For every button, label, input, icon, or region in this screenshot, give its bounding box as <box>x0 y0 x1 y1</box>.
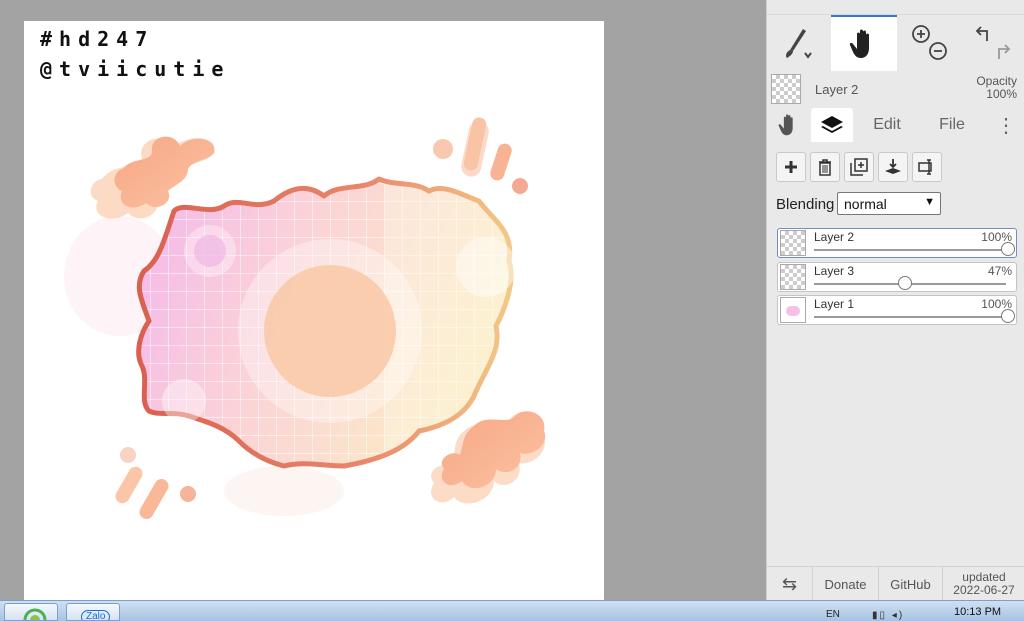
dashes-bottom-left <box>115 447 196 519</box>
duplicate-layer-button[interactable] <box>844 152 874 182</box>
zoom-button[interactable] <box>897 15 961 71</box>
zalo-label: Zalo <box>81 610 111 620</box>
panel-footer: ⇆ Donate GitHub updated 2022-06-27 <box>767 566 1024 601</box>
merge-down-icon <box>885 159 901 174</box>
chevron-down-icon: ▼ <box>924 196 935 208</box>
hand-icon <box>778 114 793 136</box>
merge-down-button[interactable] <box>878 152 908 182</box>
plus-icon <box>785 161 797 173</box>
canvas-workspace[interactable]: #hd247 @tviicutie <box>0 0 766 601</box>
cloud-bottom-right <box>431 411 546 504</box>
hand-tool-button[interactable] <box>831 15 897 71</box>
delete-layer-button[interactable] <box>810 152 840 182</box>
more-options-icon[interactable]: ⋮ <box>989 108 1023 142</box>
trash-icon <box>819 159 831 176</box>
tab-file[interactable]: File <box>927 108 977 142</box>
current-layer-name: Layer 2 <box>815 82 859 97</box>
author-handle-label: @tviicutie <box>40 57 231 81</box>
layers-icon <box>821 116 843 133</box>
panel-tabs: Edit File ⋮ <box>767 108 1024 142</box>
volume-icon: ◂) <box>891 610 905 621</box>
layer-opacity: 47% <box>987 264 1012 278</box>
layer-item[interactable]: Layer 1 100% <box>777 295 1017 325</box>
layer-name: Layer 1 <box>814 297 855 311</box>
donate-link[interactable]: Donate <box>813 567 879 601</box>
blending-select[interactable]: normal ▼ <box>837 192 941 215</box>
tray-icons[interactable]: ▮▯ ◂) <box>872 610 904 621</box>
network-icon: ▮▯ <box>872 610 888 621</box>
layer-item[interactable]: Layer 2 100% <box>777 228 1017 258</box>
layer-name: Layer 2 <box>814 230 855 244</box>
dashes-top-right <box>433 117 528 194</box>
zoom-in-out-icon <box>912 25 947 60</box>
blending-value: normal <box>844 196 887 212</box>
tab-edit[interactable]: Edit <box>863 108 911 142</box>
layer-properties-button[interactable] <box>912 152 942 182</box>
hand-icon <box>849 29 869 58</box>
undo-redo-button[interactable] <box>961 15 1024 71</box>
drawing-canvas[interactable]: #hd247 @tviicutie <box>24 21 604 601</box>
current-layer-summary[interactable]: Layer 2 Opacity 100% <box>767 70 1024 108</box>
taskbar-zalo-icon[interactable]: Zalo <box>66 603 120 621</box>
tab-hand[interactable] <box>767 108 811 142</box>
tools-panel: Layer 2 Opacity 100% Edit File ⋮ Blendin… <box>766 0 1024 601</box>
clock[interactable]: 10:13 PM <box>954 606 1001 618</box>
app-logo-icon <box>23 608 47 620</box>
opacity-slider-track[interactable] <box>814 249 1006 251</box>
opacity-value: 100% <box>986 87 1017 101</box>
opacity-slider-knob[interactable] <box>1001 309 1015 323</box>
opacity-slider-track[interactable] <box>814 316 1006 318</box>
artwork <box>64 117 546 519</box>
duplicate-icon <box>850 158 868 176</box>
updated-date: 2022-06-27 <box>953 583 1015 597</box>
undo-redo-icon <box>975 26 1011 59</box>
brush-icon <box>786 29 812 59</box>
layer-item[interactable]: Layer 3 47% <box>777 262 1017 292</box>
current-layer-thumbnail <box>771 74 801 104</box>
add-layer-button[interactable] <box>776 152 806 182</box>
taskbar: Zalo EN ▮▯ ◂) 10:13 PM <box>0 600 1024 621</box>
language-indicator[interactable]: EN <box>826 609 840 620</box>
taskbar-app-icon[interactable] <box>4 603 58 621</box>
opacity-readout: Opacity 100% <box>976 75 1017 101</box>
layer-thumbnail <box>780 297 806 323</box>
tab-layers[interactable] <box>811 108 853 142</box>
swap-side-icon[interactable]: ⇆ <box>767 567 813 601</box>
layer-thumbnail <box>780 230 806 256</box>
tool-row <box>767 14 1024 71</box>
github-link[interactable]: GitHub <box>879 567 943 601</box>
brush-tool-button[interactable] <box>767 15 831 71</box>
opacity-slider-knob[interactable] <box>898 276 913 290</box>
hashtag-label: #hd247 <box>40 27 155 51</box>
opacity-slider-knob[interactable] <box>1001 242 1015 256</box>
blending-label: Blending <box>776 196 835 213</box>
layer-thumbnail <box>780 264 806 290</box>
layer-properties-icon <box>918 159 932 175</box>
updated-info: updated 2022-06-27 <box>943 567 1024 601</box>
layer-name: Layer 3 <box>814 264 855 278</box>
